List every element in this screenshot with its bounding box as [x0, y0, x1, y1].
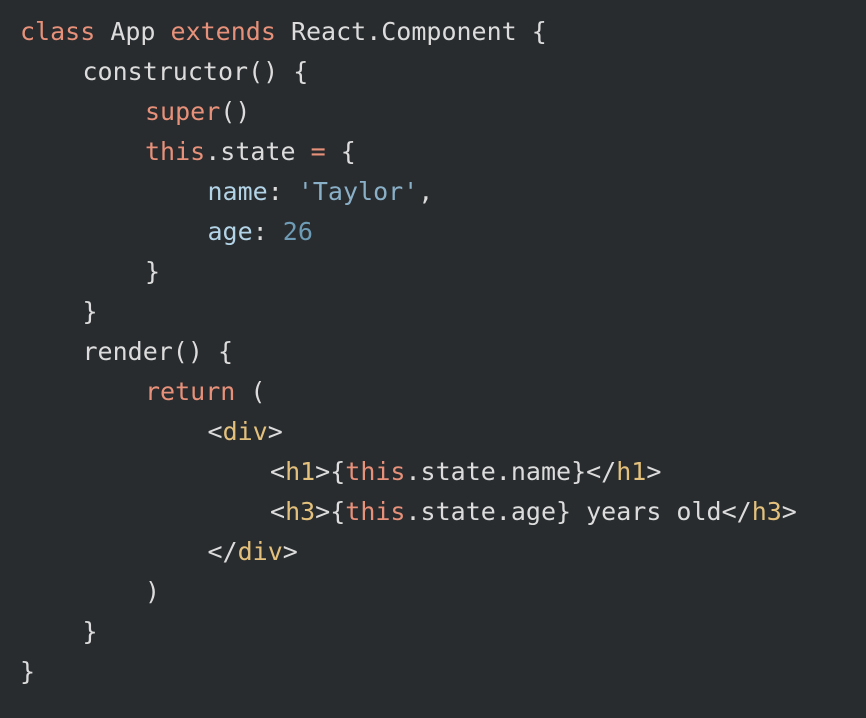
code-token-tag: h1: [616, 457, 647, 486]
code-token-plain: :: [252, 217, 283, 246]
code-line: this.state = {: [0, 132, 866, 172]
code-token-tag: h3: [751, 497, 782, 526]
code-token-plain: render() {: [82, 337, 234, 366]
code-token-plain: .state.name}</: [405, 457, 617, 486]
code-token-plain: {: [325, 137, 356, 166]
code-token-tag: div: [237, 537, 283, 566]
code-token-plain: ,: [418, 177, 434, 206]
code-token-plain: </: [207, 537, 238, 566]
code-token-plain: <: [270, 457, 286, 486]
code-token-keyword: this: [345, 497, 406, 526]
code-token-plain: >: [646, 457, 662, 486]
code-line: }: [0, 652, 866, 692]
code-token-plain: }: [82, 297, 98, 326]
code-line: </div>: [0, 532, 866, 572]
code-line: name: 'Taylor',: [0, 172, 866, 212]
code-token-tag: div: [222, 417, 268, 446]
code-token-property: name: [207, 177, 268, 206]
code-token-keyword: return: [145, 377, 236, 406]
code-token-plain: }: [145, 257, 161, 286]
code-token-keyword: this: [145, 137, 206, 166]
code-line: ): [0, 572, 866, 612]
code-token-plain: ): [145, 577, 161, 606]
code-line: <h1>{this.state.name}</h1>: [0, 452, 866, 492]
code-line: class App extends React.Component {: [0, 12, 866, 52]
code-token-keyword: class: [20, 17, 96, 46]
code-token-plain: >: [282, 537, 298, 566]
code-token-plain: .state: [205, 137, 311, 166]
code-token-plain: }: [82, 617, 98, 646]
code-line: age: 26: [0, 212, 866, 252]
code-token-property: age: [207, 217, 253, 246]
code-token-keyword: this: [345, 457, 406, 486]
code-line: }: [0, 252, 866, 292]
code-token-plain: constructor() {: [82, 57, 309, 86]
code-line: <h3>{this.state.age} years old</h3>: [0, 492, 866, 532]
code-token-plain: React.Component {: [275, 17, 547, 46]
code-token-tag: h3: [285, 497, 316, 526]
code-line: render() {: [0, 332, 866, 372]
code-token-plain: <: [270, 497, 286, 526]
code-token-plain: :: [267, 177, 298, 206]
code-line: }: [0, 612, 866, 652]
code-token-plain: (: [235, 377, 266, 406]
code-line: return (: [0, 372, 866, 412]
code-token-plain: <: [207, 417, 223, 446]
code-line: constructor() {: [0, 52, 866, 92]
code-token-plain: >: [267, 417, 283, 446]
code-token-keyword: extends: [170, 17, 276, 46]
code-snippet: class App extends React.Component { const…: [0, 0, 866, 718]
code-token-plain: }: [20, 657, 36, 686]
code-token-keyword: =: [310, 137, 326, 166]
code-token-keyword: super: [145, 97, 221, 126]
code-token-string: 'Taylor': [297, 177, 419, 206]
code-token-tag: h1: [285, 457, 316, 486]
code-line: super(): [0, 92, 866, 132]
code-line: <div>: [0, 412, 866, 452]
code-token-number: 26: [282, 217, 313, 246]
code-line: }: [0, 292, 866, 332]
code-token-plain: >: [781, 497, 797, 526]
code-token-plain: >{: [315, 457, 346, 486]
code-token-plain: .state.age} years old</: [405, 497, 752, 526]
code-token-plain: >{: [315, 497, 346, 526]
code-token-plain: App: [95, 17, 171, 46]
code-token-plain: (): [220, 97, 251, 126]
